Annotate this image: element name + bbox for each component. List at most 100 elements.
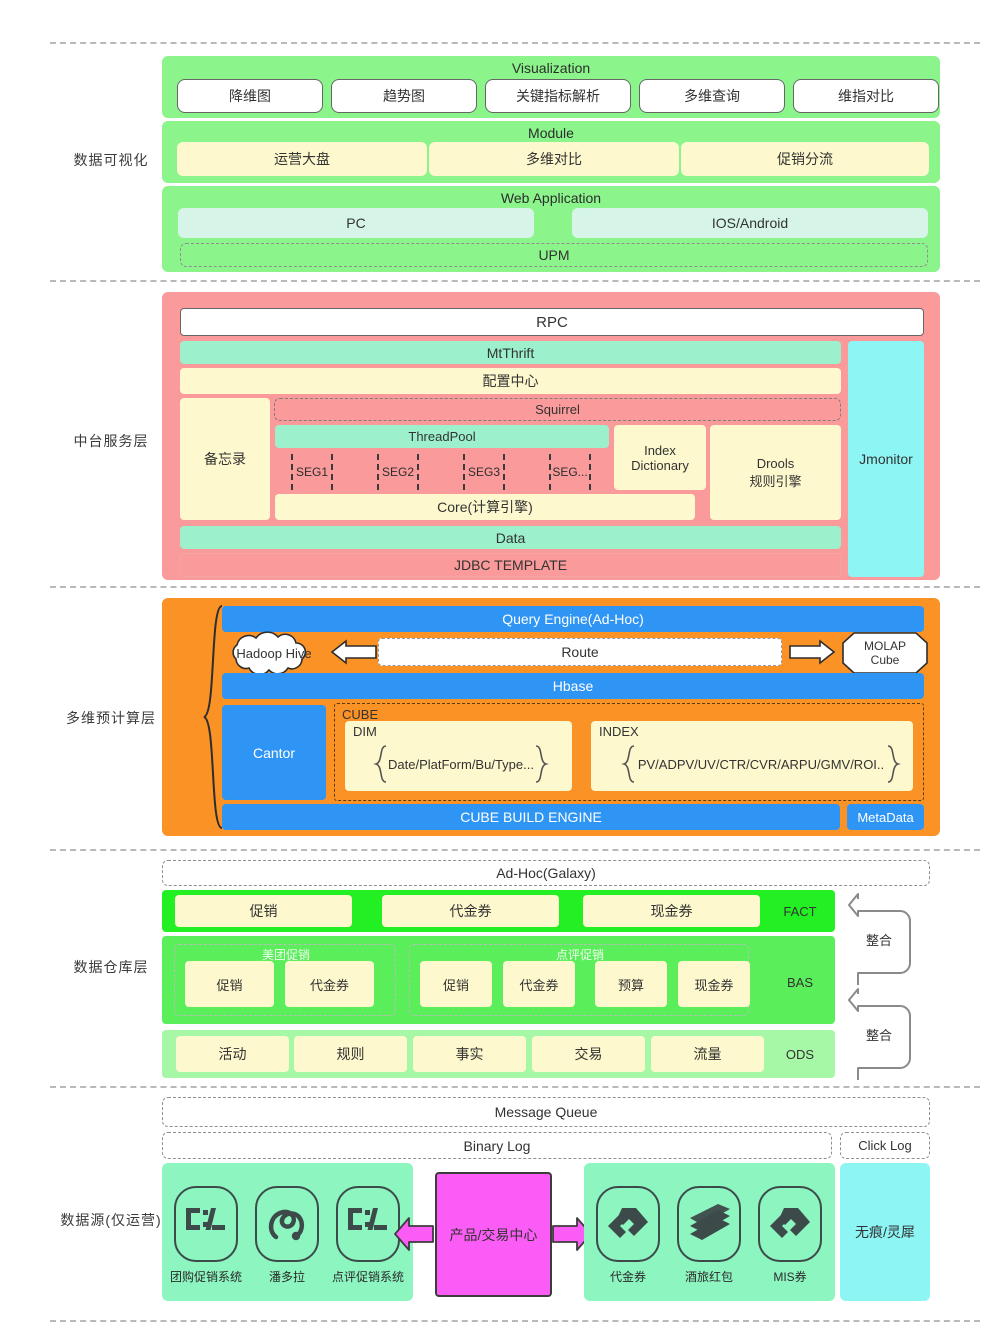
layer-separator [50, 849, 980, 851]
rpc-box[interactable]: RPC [180, 308, 924, 336]
bas-group-1-title: 点评促销 [555, 947, 604, 962]
segment-box-1: SEG2 [377, 454, 419, 490]
query-engine-box[interactable]: Query Engine(Ad-Hoc) [222, 606, 924, 632]
cube-title: CUBE [342, 707, 379, 722]
voucher-label-0: 代金券 [609, 1270, 646, 1284]
system-label-0: 团购促销系统 [169, 1270, 242, 1284]
cantor-box[interactable]: Cantor [222, 705, 326, 800]
double-diamond-icon [770, 1208, 810, 1238]
ods-item-1[interactable]: 规则 [294, 1036, 407, 1072]
module-item-1[interactable]: 多维对比 [429, 142, 679, 176]
drools-line2: 规则引擎 [749, 473, 802, 489]
metadata-box[interactable]: MetaData [847, 804, 924, 830]
voucher-label-1: 酒旅红包 [684, 1270, 733, 1284]
cube-build-engine-box[interactable]: CUBE BUILD ENGINE [222, 804, 840, 830]
layer-separator [50, 1320, 980, 1322]
bas-group-1-item-2[interactable]: 预算 [595, 961, 667, 1007]
segment-box-0: SEG1 [291, 454, 333, 490]
jmonitor-box[interactable]: Jmonitor [848, 341, 924, 577]
viz-item-1[interactable]: 趋势图 [331, 79, 477, 113]
layer-label-service: 中台服务层 [73, 433, 149, 449]
terminal-prompt-icon [348, 1208, 387, 1230]
layer-label-warehouse: 数据仓库层 [73, 959, 149, 975]
index-dictionary-box[interactable]: Index Dictionary [614, 425, 706, 490]
bas-group-1-item-3[interactable]: 现金券 [678, 961, 750, 1007]
drools-box[interactable]: Drools 规则引擎 [710, 425, 841, 520]
memo-box[interactable]: 备忘录 [180, 398, 270, 520]
integrate-label-lower: 整合 [865, 1027, 892, 1043]
layer-label-datasource: 数据源(仅运营) [60, 1212, 162, 1228]
index-dictionary-line1: Index [644, 442, 676, 458]
fact-item-2[interactable]: 现金券 [583, 895, 760, 927]
viz-item-2[interactable]: 关键指标解析 [485, 79, 631, 113]
viz-item-4[interactable]: 维指对比 [793, 79, 939, 113]
layer-separator [50, 1086, 980, 1088]
segment-box-3: SEG... [549, 454, 591, 490]
arrow-right-icon [789, 639, 836, 665]
index-values: PV/ADPV/UV/CTR/CVR/ARPU/GMV/ROI.. [637, 756, 885, 772]
analytics-box[interactable]: 无痕/灵犀 [840, 1163, 930, 1301]
ods-item-2[interactable]: 事实 [413, 1036, 526, 1072]
fact-item-1[interactable]: 代金券 [382, 895, 559, 927]
product-transaction-center-box[interactable]: 产品/交易中心 [435, 1172, 552, 1297]
molap-line1: MOLAP [863, 639, 906, 653]
layer-separator [50, 280, 980, 282]
web-app-item-ios-android[interactable]: IOS/Android [572, 208, 928, 238]
data-box[interactable]: Data [180, 526, 841, 549]
ods-item-4[interactable]: 流量 [651, 1036, 764, 1072]
index-title: INDEX [599, 724, 639, 739]
module-item-2[interactable]: 促销分流 [681, 142, 929, 176]
viz-item-0[interactable]: 降维图 [177, 79, 323, 113]
layer-separator [50, 586, 980, 588]
molap-cube-label: MOLAP Cube [842, 633, 928, 673]
system-label-1: 潘多拉 [268, 1270, 305, 1284]
bas-group-0-item-1[interactable]: 代金券 [285, 961, 374, 1007]
bas-group-1-item-0[interactable]: 促销 [420, 961, 492, 1007]
route-box[interactable]: Route [378, 638, 782, 666]
voucher-label-2: MIS券 [773, 1270, 807, 1284]
web-app-item-pc[interactable]: PC [178, 208, 534, 238]
drools-line1: Drools [756, 455, 795, 471]
ods-item-0[interactable]: 活动 [176, 1036, 289, 1072]
fact-item-0[interactable]: 促销 [175, 895, 352, 927]
module-item-0[interactable]: 运营大盘 [177, 142, 427, 176]
double-diamond-icon [608, 1208, 648, 1238]
hbase-box[interactable]: Hbase [222, 673, 924, 699]
stacked-layers-icon [690, 1204, 730, 1240]
headphone-loop-icon [268, 1209, 305, 1241]
module-band-title: Module [528, 125, 574, 141]
squirrel-box[interactable]: Squirrel [274, 398, 841, 421]
integrate-label-upper: 整合 [865, 932, 892, 948]
arrow-left-magenta-icon [394, 1217, 434, 1251]
layer-label-visualization: 数据可视化 [73, 152, 149, 168]
bas-group-0-item-0[interactable]: 促销 [185, 961, 274, 1007]
config-center-box[interactable]: 配置中心 [180, 368, 841, 394]
upm-box: UPM [180, 243, 928, 267]
system-label-2: 点评促销系统 [331, 1270, 404, 1284]
threadpool-box[interactable]: ThreadPool [275, 425, 609, 448]
dim-values: Date/PlatForm/Bu/Type... [388, 756, 534, 772]
web-application-band-title: Web Application [500, 190, 602, 206]
mtthrift-box[interactable]: MtThrift [180, 341, 841, 364]
adhoc-galaxy-box: Ad-Hoc(Galaxy) [162, 860, 930, 886]
click-log-box: Click Log [840, 1132, 930, 1159]
hadoop-hive-label: Hadoop Hive [236, 645, 312, 661]
segment-box-2: SEG3 [463, 454, 505, 490]
message-queue-box: Message Queue [162, 1097, 930, 1127]
core-box[interactable]: Core(计算引擎) [275, 494, 695, 520]
dim-brace-right-icon [535, 745, 549, 783]
ods-tag: ODS [785, 1046, 815, 1062]
bas-group-1-item-1[interactable]: 代金券 [503, 961, 575, 1007]
viz-item-3[interactable]: 多维查询 [639, 79, 785, 113]
terminal-prompt-icon [186, 1208, 225, 1230]
index-dictionary-line2: Dictionary [631, 457, 689, 473]
ods-item-3[interactable]: 交易 [532, 1036, 645, 1072]
architecture-diagram: 数据可视化 中台服务层 多维预计算层 数据仓库层 数据源(仅运营) Visual… [0, 0, 1006, 1337]
binary-log-box: Binary Log [162, 1132, 832, 1159]
arrow-left-icon [330, 639, 377, 665]
visualization-band-title: Visualization [511, 60, 591, 76]
bas-tag: BAS [786, 974, 813, 990]
dim-title: DIM [353, 724, 377, 739]
fact-tag: FACT [783, 903, 817, 919]
jdbc-template-box: JDBC TEMPLATE [180, 553, 841, 577]
